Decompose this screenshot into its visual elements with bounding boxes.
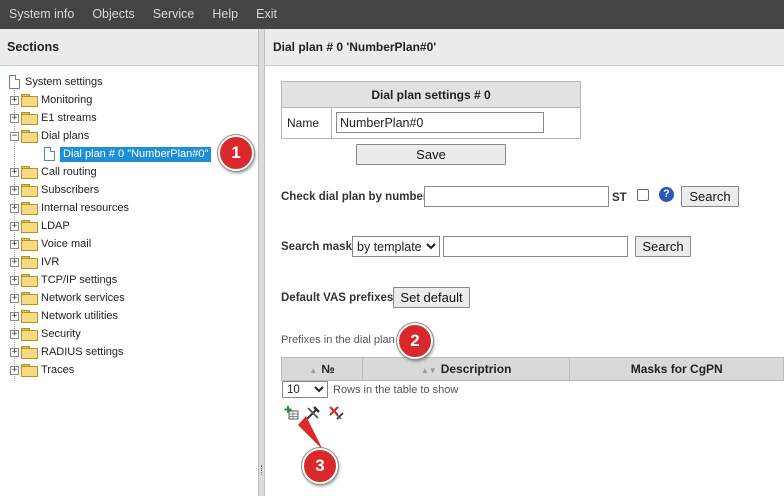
annotation-marker-2: 2 — [397, 323, 433, 359]
annotation-marker-3: 3 — [302, 448, 338, 484]
annotation-pointer — [298, 416, 323, 450]
annotation-layer — [298, 416, 323, 450]
annotation-marker-1: 1 — [218, 135, 254, 171]
